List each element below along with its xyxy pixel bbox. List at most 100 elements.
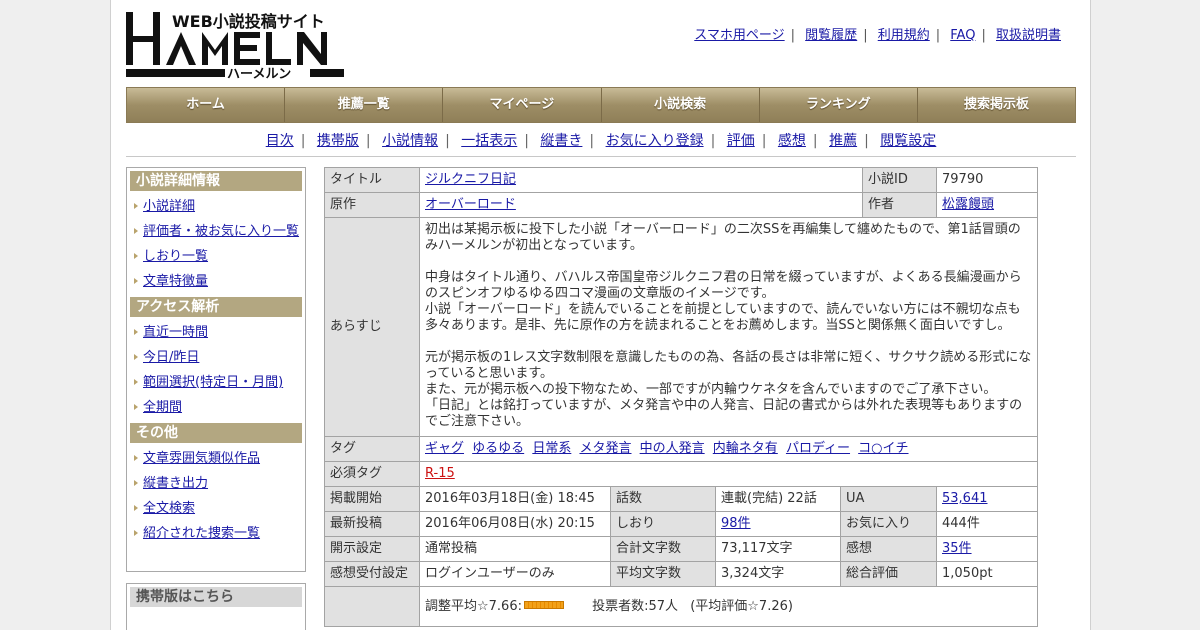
subnav-mobile[interactable]: 携帯版 bbox=[317, 133, 359, 149]
subnav-comments[interactable]: 感想 bbox=[778, 133, 806, 149]
disclosure-value: 通常投稿 bbox=[419, 536, 611, 562]
original-label: 原作 bbox=[324, 192, 420, 218]
bookmarks-link[interactable]: 98件 bbox=[721, 516, 751, 531]
title-label: タイトル bbox=[324, 167, 420, 193]
sidebar-item-text-features[interactable]: 文章特徴量 bbox=[127, 269, 305, 294]
synopsis-paragraph: 元が掲示板の1レス文字数制限を意識したものの為、各話の長さは非常に短く、サクサク… bbox=[425, 350, 1032, 429]
separator: | bbox=[790, 28, 796, 43]
avg-chars-label: 平均文字数 bbox=[610, 561, 716, 587]
favorites-value: 444件 bbox=[936, 511, 1038, 537]
separator: | bbox=[863, 28, 868, 43]
sidebar-item-similar[interactable]: 文章雰囲気類似作品 bbox=[127, 446, 305, 471]
table-row: 最新投稿 2016年06月08日(水) 20:15 しおり 98件 お気に入り … bbox=[324, 511, 1038, 537]
sidebar-item-bookmarks[interactable]: しおり一覧 bbox=[127, 244, 305, 269]
faq-link[interactable]: FAQ bbox=[950, 28, 975, 43]
arrow-icon bbox=[134, 329, 138, 335]
sidebar-item-fulltext-search[interactable]: 全文検索 bbox=[127, 496, 305, 521]
ua-link[interactable]: 53,641 bbox=[942, 491, 988, 506]
sidebar-heading-other: その他 bbox=[130, 423, 302, 443]
sidebar-item-novel-details[interactable]: 小説詳細 bbox=[127, 194, 305, 219]
synopsis: 初出は某掲示板に投下した小説「オーバーロード」の二次SSを再編集して纏めたもので… bbox=[419, 217, 1038, 437]
table-row: 掲載開始 2016年03月18日(金) 18:45 話数 連載(完結) 22話 … bbox=[324, 486, 1038, 512]
favorites-label: お気に入り bbox=[840, 511, 937, 537]
hameln-logo[interactable]: WEB小説投稿サイト ハーメルン bbox=[126, 10, 346, 82]
manual-link[interactable]: 取扱説明書 bbox=[996, 28, 1061, 43]
tag-link[interactable]: メタ発言 bbox=[579, 441, 631, 456]
sidebar-item-today-yesterday[interactable]: 今日/昨日 bbox=[127, 345, 305, 370]
episodes-label: 話数 bbox=[610, 486, 716, 512]
tag-link[interactable]: ギャグ bbox=[425, 441, 464, 456]
arrow-icon bbox=[134, 530, 138, 536]
history-link[interactable]: 閲覧履歴 bbox=[805, 28, 857, 43]
sidebar-menu: 小説詳細情報 小説詳細 評価者・被お気に入り一覧 しおり一覧 文章特徴量 アクセ… bbox=[126, 167, 306, 572]
rating-cell: 調整平均☆7.66: 投票者数:57人 (平均評価☆7.26) bbox=[419, 586, 1038, 627]
comments-link[interactable]: 35件 bbox=[942, 541, 972, 556]
average-rating: (平均評価☆7.26) bbox=[690, 598, 793, 614]
subnav-recommend[interactable]: 推薦 bbox=[829, 133, 857, 149]
subnav-toc[interactable]: 目次 bbox=[266, 133, 294, 149]
tag-link[interactable]: ゆるゆる bbox=[472, 441, 524, 456]
table-row: 調整平均☆7.66: 投票者数:57人 (平均評価☆7.26) bbox=[324, 586, 1038, 627]
nav-search-board[interactable]: 捜索掲示板 bbox=[917, 88, 1076, 122]
arrow-icon bbox=[134, 455, 138, 461]
table-row: 開示設定 通常投稿 合計文字数 73,117文字 感想 35件 bbox=[324, 536, 1038, 562]
latest-post-label: 最新投稿 bbox=[324, 511, 420, 537]
synopsis-label: あらすじ bbox=[324, 217, 420, 437]
sidebar-item-introduced-searches[interactable]: 紹介された捜索一覧 bbox=[127, 521, 305, 546]
subnav-add-favorite[interactable]: お気に入り登録 bbox=[606, 133, 704, 149]
publish-start-label: 掲載開始 bbox=[324, 486, 420, 512]
divider bbox=[126, 156, 1076, 157]
subnav-show-all[interactable]: 一括表示 bbox=[461, 133, 517, 149]
smartphone-page-link[interactable]: スマホ用ページ bbox=[694, 28, 784, 43]
subnav-view-settings[interactable]: 閲覧設定 bbox=[880, 133, 936, 149]
sidebar-item-range[interactable]: 範囲選択(特定日・月間) bbox=[127, 370, 305, 395]
arrow-icon bbox=[134, 379, 138, 385]
terms-link[interactable]: 利用規約 bbox=[878, 28, 930, 43]
sidebar-item-vertical-output[interactable]: 縦書き出力 bbox=[127, 471, 305, 496]
sidebar-heading-access: アクセス解析 bbox=[130, 297, 302, 317]
total-chars-label: 合計文字数 bbox=[610, 536, 716, 562]
synopsis-paragraph: 中身はタイトル通り、バハルス帝国皇帝ジルクニフ君の日常を綴っていますが、よくある… bbox=[425, 270, 1022, 333]
arrow-icon bbox=[134, 404, 138, 410]
comment-setting-label: 感想受付設定 bbox=[324, 561, 420, 587]
nav-home[interactable]: ホーム bbox=[127, 88, 286, 122]
tag-link[interactable]: コ○イチ bbox=[858, 441, 908, 456]
required-tags-label: 必須タグ bbox=[324, 461, 420, 487]
subnav-novel-info[interactable]: 小説情報 bbox=[382, 133, 438, 149]
arrow-icon bbox=[134, 480, 138, 486]
separator: | bbox=[981, 28, 986, 43]
sidebar-item-all-time[interactable]: 全期間 bbox=[127, 395, 305, 420]
mobile-version-box: 携帯版はこちら bbox=[126, 583, 306, 630]
page-container: WEB小説投稿サイト ハーメルン スマホ用ページ | 閲覧履歴 | 利用規約 | FA… bbox=[110, 0, 1091, 630]
nav-mypage[interactable]: マイページ bbox=[443, 88, 602, 122]
novel-id-value: 79790 bbox=[936, 167, 1038, 193]
arrow-icon bbox=[134, 228, 138, 234]
mobile-version-heading: 携帯版はこちら bbox=[130, 587, 302, 607]
tag-link[interactable]: パロディー bbox=[786, 441, 850, 456]
tag-link[interactable]: 中の人発言 bbox=[640, 441, 705, 456]
sidebar-heading-details: 小説詳細情報 bbox=[130, 171, 302, 191]
required-tag-link[interactable]: R-15 bbox=[425, 466, 455, 481]
synopsis-paragraph: 初出は某掲示板に投下した小説「オーバーロード」の二次SSを再編集して纏めたもので… bbox=[425, 222, 1021, 253]
title-link[interactable]: ジルクニフ日記 bbox=[425, 172, 516, 187]
sidebar-item-raters[interactable]: 評価者・被お気に入り一覧 bbox=[127, 219, 305, 244]
bookmarks-label: しおり bbox=[610, 511, 716, 537]
tag-link[interactable]: 日常系 bbox=[532, 441, 571, 456]
nav-recommendations[interactable]: 推薦一覧 bbox=[285, 88, 444, 122]
table-row: あらすじ 初出は某掲示板に投下した小説「オーバーロード」の二次SSを再編集して纏… bbox=[324, 217, 1038, 437]
original-link[interactable]: オーバーロード bbox=[425, 197, 516, 212]
nav-ranking[interactable]: ランキング bbox=[759, 88, 918, 122]
vote-count: 投票者数:57人 bbox=[592, 598, 679, 614]
publish-start-value: 2016年03月18日(金) 18:45 bbox=[419, 486, 611, 512]
subnav-vertical[interactable]: 縦書き bbox=[540, 133, 582, 149]
total-chars-value: 73,117文字 bbox=[715, 536, 841, 562]
rating-bar bbox=[523, 600, 564, 609]
nav-novel-search[interactable]: 小説検索 bbox=[601, 88, 760, 122]
arrow-icon bbox=[134, 278, 138, 284]
tag-link[interactable]: 内輪ネタ有 bbox=[713, 441, 778, 456]
subnav-rate[interactable]: 評価 bbox=[727, 133, 755, 149]
sidebar-item-last-hour[interactable]: 直近一時間 bbox=[127, 320, 305, 345]
author-link[interactable]: 松露饅頭 bbox=[942, 197, 994, 212]
episodes-value: 連載(完結) 22話 bbox=[715, 486, 841, 512]
ua-label: UA bbox=[840, 486, 937, 512]
